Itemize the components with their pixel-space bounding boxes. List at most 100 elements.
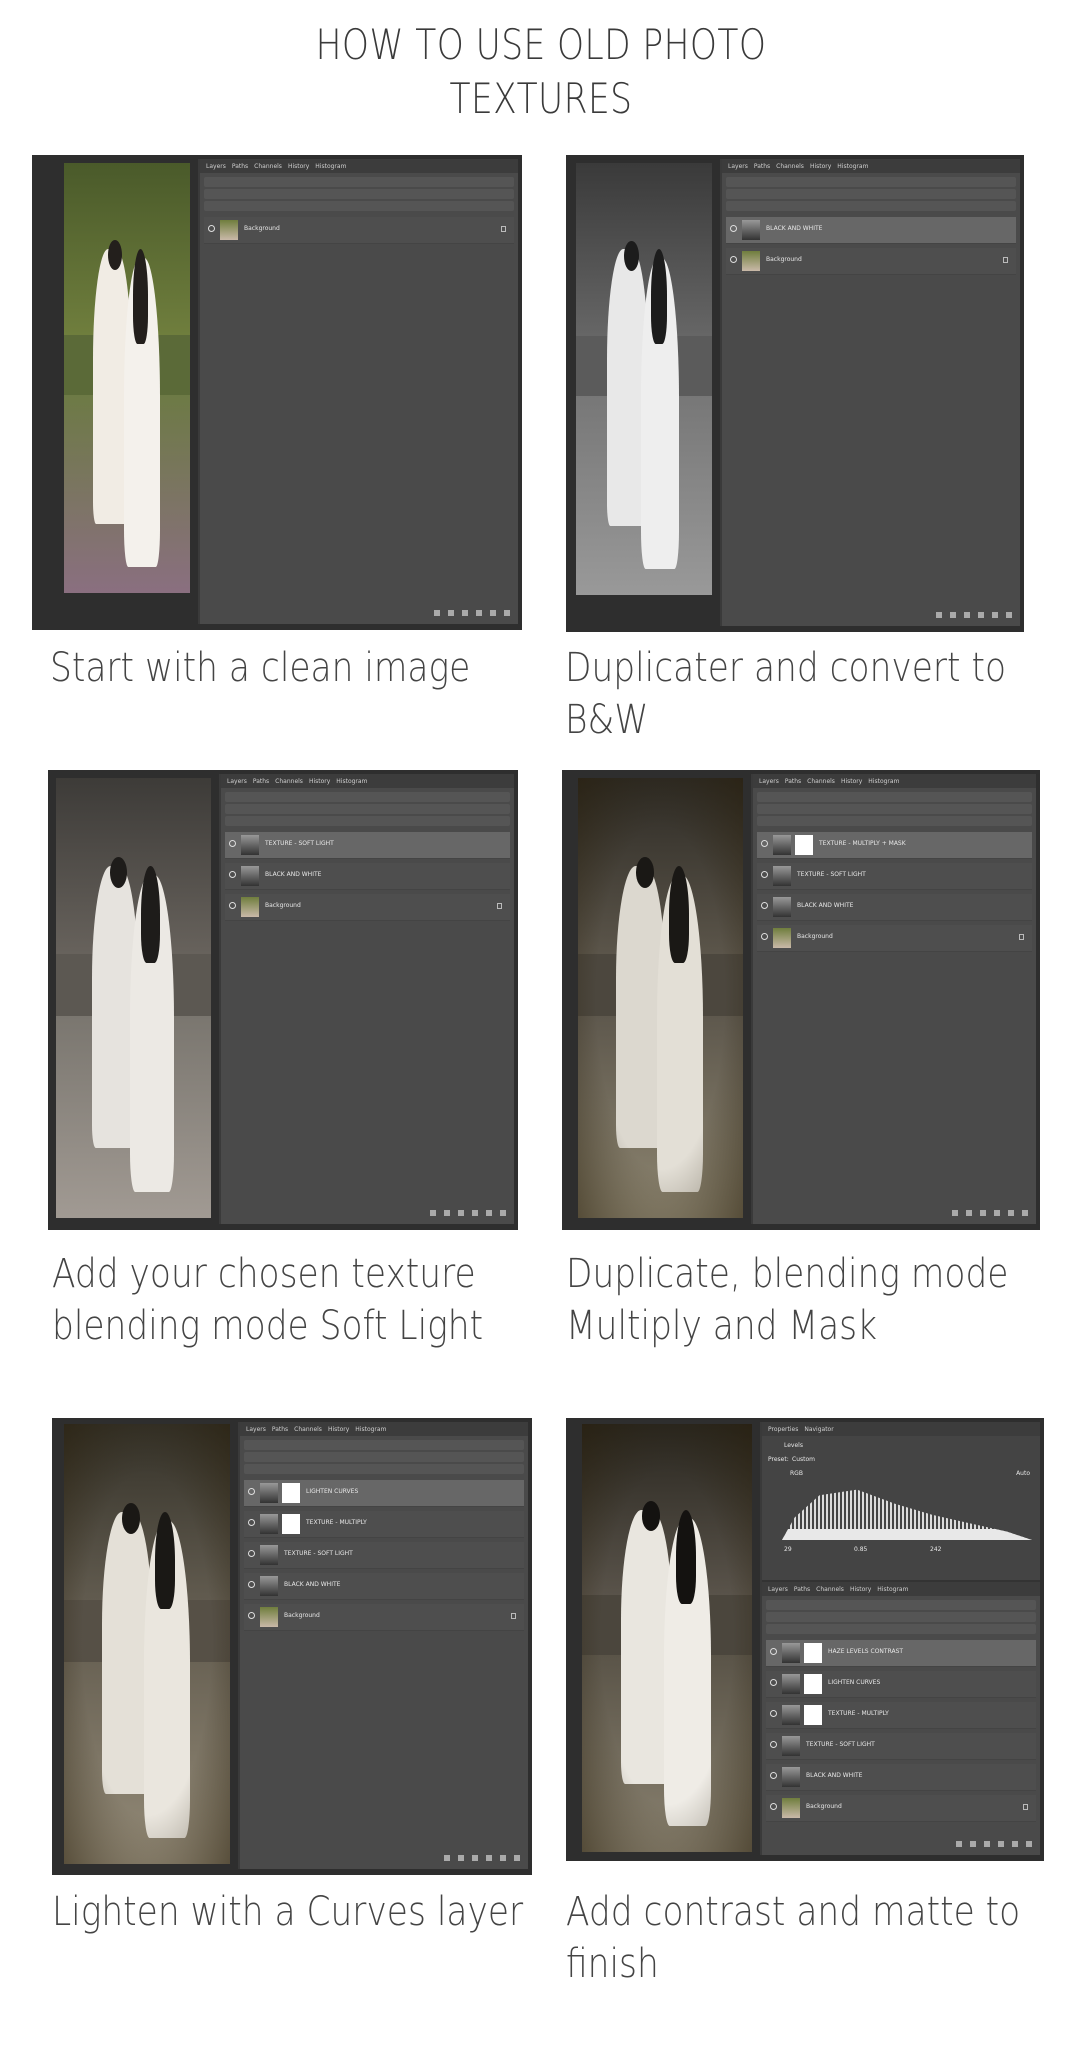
panel-tab[interactable]: Histogram <box>837 163 868 170</box>
panel-control-row[interactable] <box>757 804 1032 814</box>
eye-icon[interactable] <box>208 225 215 232</box>
panel-control-row[interactable] <box>204 177 514 187</box>
panel-action-icon[interactable] <box>430 1210 436 1216</box>
panel-action-icon[interactable] <box>462 610 468 616</box>
panel-action-icon[interactable] <box>504 610 510 616</box>
panel-tab[interactable]: Layers <box>206 163 226 170</box>
panel-action-icon[interactable] <box>472 1855 478 1861</box>
panel-action-icon[interactable] <box>476 610 482 616</box>
panel-tab[interactable]: Layers <box>728 163 748 170</box>
panel-tab[interactable]: Layers <box>768 1586 788 1593</box>
panel-tab[interactable]: Layers <box>246 1426 266 1433</box>
eye-icon[interactable] <box>730 225 737 232</box>
panel-action-icon[interactable] <box>992 612 998 618</box>
panel-tab[interactable]: Channels <box>807 778 835 785</box>
auto-button[interactable]: Auto <box>1016 1470 1030 1477</box>
panel-tab[interactable]: Paths <box>785 778 801 785</box>
panel-tab[interactable]: Histogram <box>355 1426 386 1433</box>
panel-tab[interactable]: Histogram <box>877 1586 908 1593</box>
layer-row[interactable]: TEXTURE - SOFT LIGHT <box>225 832 510 859</box>
panel-action-icon[interactable] <box>952 1210 958 1216</box>
panel-action-icon[interactable] <box>984 1841 990 1847</box>
panel-control-row[interactable] <box>766 1600 1036 1610</box>
layer-row[interactable]: LIGHTEN CURVES <box>766 1671 1036 1698</box>
panel-tab[interactable]: Paths <box>794 1586 810 1593</box>
panel-control-row[interactable] <box>225 804 510 814</box>
properties-tab[interactable]: Properties <box>768 1426 798 1433</box>
layer-row[interactable]: BLACK AND WHITE <box>225 863 510 890</box>
panel-action-icon[interactable] <box>950 612 956 618</box>
eye-icon[interactable] <box>248 1612 255 1619</box>
panel-control-row[interactable] <box>766 1624 1036 1634</box>
panel-action-icon[interactable] <box>936 612 942 618</box>
panel-control-row[interactable] <box>757 792 1032 802</box>
panel-control-row[interactable] <box>244 1464 524 1474</box>
layer-row[interactable]: BLACK AND WHITE <box>757 894 1032 921</box>
layer-row[interactable]: TEXTURE - SOFT LIGHT <box>244 1542 524 1569</box>
layer-row[interactable]: LIGHTEN CURVES <box>244 1480 524 1507</box>
panel-action-icon[interactable] <box>458 1855 464 1861</box>
panel-tab[interactable]: Layers <box>227 778 247 785</box>
eye-icon[interactable] <box>770 1710 777 1717</box>
eye-icon[interactable] <box>761 871 768 878</box>
panel-tab[interactable]: Histogram <box>868 778 899 785</box>
panel-tab[interactable]: Channels <box>294 1426 322 1433</box>
panel-action-icon[interactable] <box>486 1210 492 1216</box>
layer-row[interactable]: TEXTURE - MULTIPLY <box>244 1511 524 1538</box>
panel-tab[interactable]: Paths <box>754 163 770 170</box>
layer-row[interactable]: BLACK AND WHITE <box>726 217 1016 244</box>
panel-control-row[interactable] <box>726 177 1016 187</box>
panel-tab[interactable]: Paths <box>253 778 269 785</box>
panel-control-row[interactable] <box>726 201 1016 211</box>
layer-row[interactable]: Background <box>204 217 514 244</box>
eye-icon[interactable] <box>248 1519 255 1526</box>
panel-tab[interactable]: History <box>841 778 862 785</box>
channel-dropdown[interactable]: RGB <box>790 1470 803 1477</box>
panel-tab[interactable]: Channels <box>776 163 804 170</box>
eye-icon[interactable] <box>770 1679 777 1686</box>
input-high[interactable]: 242 <box>930 1546 941 1553</box>
panel-action-icon[interactable] <box>472 1210 478 1216</box>
panel-action-icon[interactable] <box>514 1855 520 1861</box>
panel-action-icon[interactable] <box>980 1210 986 1216</box>
panel-tab[interactable]: Histogram <box>315 163 346 170</box>
panel-action-icon[interactable] <box>970 1841 976 1847</box>
panel-control-row[interactable] <box>204 201 514 211</box>
panel-control-row[interactable] <box>726 189 1016 199</box>
panel-tab[interactable]: History <box>328 1426 349 1433</box>
panel-action-icon[interactable] <box>964 612 970 618</box>
panel-action-icon[interactable] <box>490 610 496 616</box>
panel-action-icon[interactable] <box>1012 1841 1018 1847</box>
eye-icon[interactable] <box>248 1581 255 1588</box>
panel-action-icon[interactable] <box>966 1210 972 1216</box>
panel-control-row[interactable] <box>244 1452 524 1462</box>
eye-icon[interactable] <box>770 1772 777 1779</box>
panel-tab[interactable]: Layers <box>759 778 779 785</box>
panel-control-row[interactable] <box>766 1612 1036 1622</box>
eye-icon[interactable] <box>761 902 768 909</box>
panel-action-icon[interactable] <box>448 610 454 616</box>
panel-action-icon[interactable] <box>444 1210 450 1216</box>
panel-action-icon[interactable] <box>998 1841 1004 1847</box>
panel-control-row[interactable] <box>757 816 1032 826</box>
eye-icon[interactable] <box>229 871 236 878</box>
input-mid[interactable]: 0.85 <box>854 1546 867 1553</box>
eye-icon[interactable] <box>730 256 737 263</box>
panel-control-row[interactable] <box>244 1440 524 1450</box>
panel-action-icon[interactable] <box>1026 1841 1032 1847</box>
panel-control-row[interactable] <box>225 816 510 826</box>
eye-icon[interactable] <box>761 933 768 940</box>
eye-icon[interactable] <box>770 1648 777 1655</box>
panel-action-icon[interactable] <box>978 612 984 618</box>
panel-tab[interactable]: History <box>810 163 831 170</box>
panel-tab[interactable]: History <box>309 778 330 785</box>
layer-row[interactable]: Background <box>244 1604 524 1631</box>
layer-row[interactable]: TEXTURE - MULTIPLY + MASK <box>757 832 1032 859</box>
eye-icon[interactable] <box>229 840 236 847</box>
layer-row[interactable]: TEXTURE - SOFT LIGHT <box>766 1733 1036 1760</box>
panel-tab[interactable]: History <box>288 163 309 170</box>
panel-action-icon[interactable] <box>486 1855 492 1861</box>
panel-action-icon[interactable] <box>994 1210 1000 1216</box>
layer-row[interactable]: BLACK AND WHITE <box>244 1573 524 1600</box>
panel-control-row[interactable] <box>204 189 514 199</box>
